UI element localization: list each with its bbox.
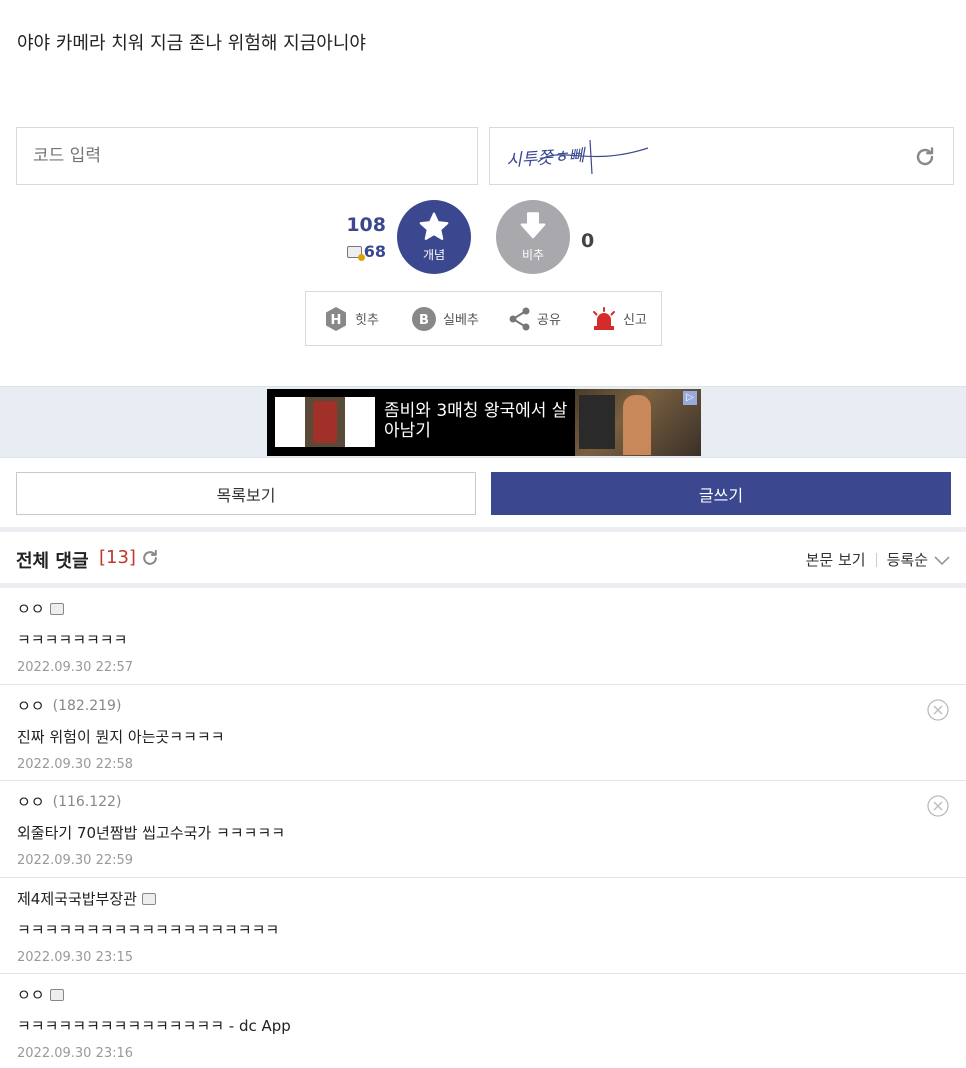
report-button[interactable]: 신고	[591, 292, 647, 345]
comment-date: 2022.09.30 22:58	[17, 757, 134, 772]
sort-select[interactable]: 등록순	[887, 549, 928, 570]
comment-text: 진짜 위험이 뭔지 아는곳ㅋㅋㅋㅋ	[17, 728, 225, 746]
fixed-user-icon	[346, 246, 365, 261]
comment-author[interactable]: ㅇㅇ	[17, 984, 64, 1005]
code-input[interactable]	[16, 127, 478, 185]
ad-banner-area: 좀비와 3매칭 왕국에서 살아남기 ▷	[0, 386, 966, 458]
comment-header: 전체 댓글 [13] 본문 보기 등록순	[0, 535, 966, 583]
vote-row: 108 68 개념 비추 0	[0, 198, 966, 278]
upvote-label: 개념	[422, 248, 446, 262]
fixed-user-badge-icon	[141, 892, 156, 905]
downvote-count: 0	[581, 230, 595, 252]
view-body-link[interactable]: 본문 보기	[806, 549, 866, 570]
section-divider	[0, 527, 966, 532]
arrow-down-icon	[520, 212, 546, 239]
delete-comment-icon[interactable]	[927, 699, 949, 721]
chevron-down-icon[interactable]	[933, 554, 951, 566]
comment-author-name: ㅇㅇ	[17, 793, 45, 811]
comment-author[interactable]: ㅇㅇ (182.219)	[17, 695, 121, 716]
star-icon	[419, 212, 449, 240]
comment-item: ㅇㅇ ㅋㅋㅋㅋㅋㅋㅋㅋ 2022.09.30 22:57	[0, 588, 966, 685]
list-view-button[interactable]: 목록보기	[16, 472, 476, 515]
siren-icon	[593, 306, 615, 330]
comment-item: ㅇㅇ (182.219) 진짜 위험이 뭔지 아는곳ㅋㅋㅋㅋ 2022.09.30…	[0, 685, 966, 781]
ad-game-thumbnail	[275, 397, 375, 447]
share-icon	[509, 307, 530, 330]
svg-text:H: H	[331, 313, 342, 328]
header-divider	[875, 552, 877, 567]
comment-text: 외줄타기 70년짬밥 씹고수국가 ㅋㅋㅋㅋㅋ	[17, 824, 285, 842]
ad-banner[interactable]: 좀비와 3매칭 왕국에서 살아남기 ▷	[267, 389, 701, 456]
comment-author[interactable]: 제4제국국밥부장관	[17, 888, 156, 909]
comment-date: 2022.09.30 23:16	[17, 1046, 134, 1061]
comment-text: ㅋㅋㅋㅋㅋㅋㅋㅋㅋㅋㅋㅋㅋㅋㅋ - dc App	[17, 1017, 291, 1035]
captcha-box: 시투쫏ㅎ뻬	[489, 127, 954, 185]
comment-ip: (182.219)	[52, 697, 122, 714]
comment-item: ㅇㅇ ㅋㅋㅋㅋㅋㅋㅋㅋㅋㅋㅋㅋㅋㅋㅋ - dc App 2022.09.30 2…	[0, 974, 966, 1068]
downvote-button[interactable]: 비추	[496, 200, 570, 274]
captcha-image: 시투쫏ㅎ뻬	[506, 139, 649, 175]
comment-refresh-icon[interactable]	[140, 548, 160, 568]
write-post-button[interactable]: 글쓰기	[491, 472, 951, 515]
fixed-upvote-value: 68	[363, 242, 386, 261]
comment-author[interactable]: ㅇㅇ	[17, 598, 64, 619]
code-entry-row: 시투쫏ㅎ뻬	[16, 127, 954, 185]
comment-date: 2022.09.30 22:57	[17, 660, 134, 675]
best-recommend-label: 실베추	[443, 313, 479, 328]
comment-item: ㅇㅇ (116.122) 외줄타기 70년짬밥 씹고수국가 ㅋㅋㅋㅋㅋ 2022.…	[0, 781, 966, 878]
hit-recommend-button[interactable]: H 힛추	[323, 292, 379, 345]
fixed-user-badge-icon	[49, 988, 64, 1001]
share-button[interactable]: 공유	[509, 292, 561, 345]
comment-header-title: 전체 댓글	[16, 551, 89, 572]
hit-recommend-label: 힛추	[355, 313, 379, 328]
share-label: 공유	[537, 313, 561, 328]
post-body-text: 야야 카메라 치워 지금 존나 위험해 지금아니야	[17, 33, 366, 54]
comment-ip: (116.122)	[52, 793, 122, 810]
comment-header-controls: 본문 보기 등록순	[806, 549, 951, 570]
comment-author-name: 제4제국국밥부장관	[17, 890, 137, 908]
comment-date: 2022.09.30 23:15	[17, 950, 134, 965]
downvote-label: 비추	[521, 248, 545, 262]
delete-comment-icon[interactable]	[927, 795, 949, 817]
ad-text: 좀비와 3매칭 왕국에서 살아남기	[384, 401, 568, 441]
report-label: 신고	[623, 313, 647, 328]
ad-choices-icon[interactable]: ▷	[683, 391, 697, 405]
captcha-refresh-icon[interactable]	[913, 145, 937, 169]
comment-author-name: ㅇㅇ	[17, 986, 45, 1004]
hit-icon: H	[326, 306, 346, 331]
upvote-count: 108	[346, 214, 386, 236]
comment-text: ㅋㅋㅋㅋㅋㅋㅋㅋ	[17, 631, 128, 649]
action-bar: H 힛추 B 실베추 공유 신고	[305, 291, 662, 346]
comment-author-name: ㅇㅇ	[17, 600, 45, 618]
best-icon: B	[412, 306, 436, 331]
comment-text: ㅋㅋㅋㅋㅋㅋㅋㅋㅋㅋㅋㅋㅋㅋㅋㅋㅋㅋㅋ	[17, 921, 280, 939]
comment-author[interactable]: ㅇㅇ (116.122)	[17, 791, 121, 812]
comment-count: [13]	[99, 547, 136, 568]
comment-item: 제4제국국밥부장관 ㅋㅋㅋㅋㅋㅋㅋㅋㅋㅋㅋㅋㅋㅋㅋㅋㅋㅋㅋ 2022.09.30…	[0, 878, 966, 974]
comment-author-name: ㅇㅇ	[17, 697, 45, 715]
best-recommend-button[interactable]: B 실베추	[411, 292, 479, 345]
svg-text:B: B	[419, 313, 429, 328]
captcha-text: 시투쫏ㅎ뻬	[506, 146, 588, 172]
comment-date: 2022.09.30 22:59	[17, 853, 134, 868]
fixed-user-badge-icon	[49, 602, 64, 615]
fixed-upvote-count: 68	[340, 242, 386, 261]
upvote-button[interactable]: 개념	[397, 200, 471, 274]
